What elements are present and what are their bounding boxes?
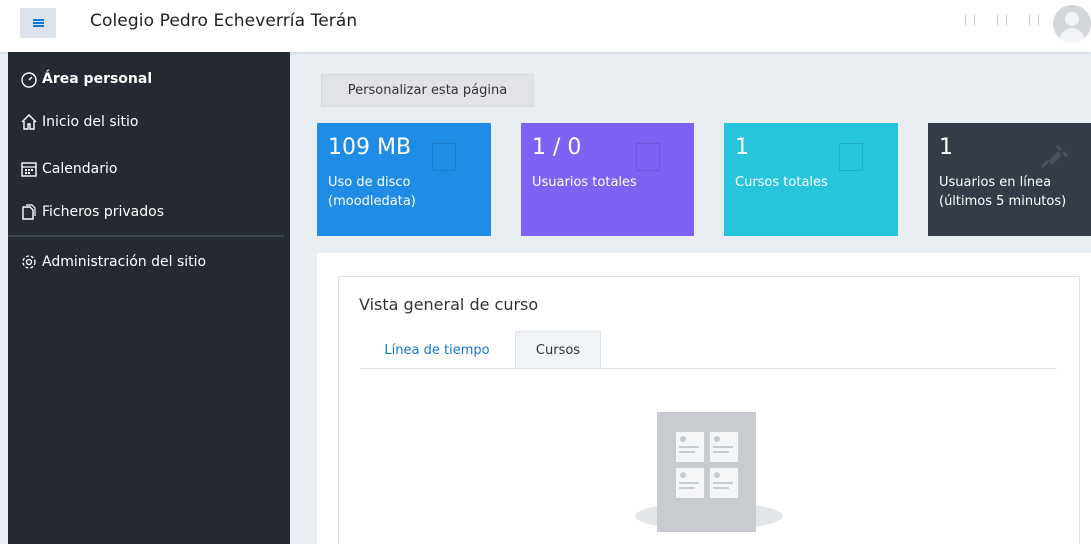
- gear-icon: [20, 253, 38, 271]
- home-icon: [20, 113, 38, 131]
- tab-timeline[interactable]: Línea de tiempo: [360, 331, 514, 369]
- stat-value: 1: [735, 135, 749, 160]
- sidebar-item-label: Inicio del sitio: [42, 114, 139, 130]
- courses-icon: [839, 143, 863, 171]
- avatar[interactable]: [1053, 5, 1091, 43]
- tab-courses[interactable]: Cursos: [515, 331, 601, 369]
- files-icon: [20, 203, 38, 221]
- stat-label: Usuarios totales: [532, 175, 637, 190]
- menu-toggle-button[interactable]: [20, 8, 56, 38]
- dashboard-icon: [20, 70, 38, 88]
- sidebar-item-label: Calendario: [42, 161, 118, 177]
- site-name[interactable]: Colegio Pedro Echeverría Terán: [90, 11, 357, 31]
- tabs-divider: [360, 368, 1057, 369]
- stat-value: 1: [939, 135, 953, 160]
- sidebar-item-dashboard[interactable]: Área personal: [8, 59, 290, 99]
- no-courses-illustration: [635, 412, 783, 532]
- user-menu-icon[interactable]: [1029, 14, 1039, 26]
- block-title: Vista general de curso: [359, 295, 539, 314]
- stat-value: 109 MB: [328, 135, 412, 160]
- sidebar-item-label: Ficheros privados: [42, 204, 165, 220]
- sidebar-item-home[interactable]: Inicio del sitio: [8, 102, 290, 142]
- stat-card-total-courses: 1 Cursos totales: [724, 123, 898, 236]
- sidebar-item-site-admin[interactable]: Administración del sitio: [8, 242, 290, 282]
- sidebar-item-label: Área personal: [42, 71, 153, 87]
- sidebar-item-calendar[interactable]: Calendario: [8, 149, 290, 189]
- hamburger-icon: [32, 19, 44, 27]
- stat-value: 1 / 0: [532, 135, 582, 160]
- notifications-icon[interactable]: [965, 14, 975, 26]
- nav-icons: [965, 14, 1039, 26]
- calendar-icon: [20, 160, 38, 178]
- stat-card-disk-usage: 109 MB Uso de disco (moodledata): [317, 123, 491, 236]
- sidebar-divider: [8, 235, 284, 237]
- sidebar-item-label: Administración del sitio: [42, 254, 207, 270]
- database-icon: [432, 143, 456, 171]
- stat-label: Usuarios en línea (últimos 5 minutos): [939, 175, 1067, 209]
- top-navbar: Colegio Pedro Echeverría Terán: [0, 0, 1091, 52]
- stat-card-total-users: 1 / 0 Usuarios totales: [521, 123, 694, 236]
- users-icon: [636, 143, 660, 171]
- plug-icon: [1040, 144, 1069, 169]
- avatar-body-shape: [1059, 28, 1085, 43]
- customize-page-button[interactable]: Personalizar esta página: [321, 74, 534, 107]
- stat-card-online-users: 1 Usuarios en línea (últimos 5 minutos): [928, 123, 1091, 236]
- sidebar: Área personal Inicio del sitio Calendari…: [8, 52, 290, 544]
- avatar-head-shape: [1065, 12, 1079, 26]
- sidebar-item-private-files[interactable]: Ficheros privados: [8, 192, 290, 232]
- stat-label: Uso de disco (moodledata): [328, 175, 416, 209]
- messages-icon[interactable]: [997, 14, 1007, 26]
- stat-label: Cursos totales: [735, 175, 828, 190]
